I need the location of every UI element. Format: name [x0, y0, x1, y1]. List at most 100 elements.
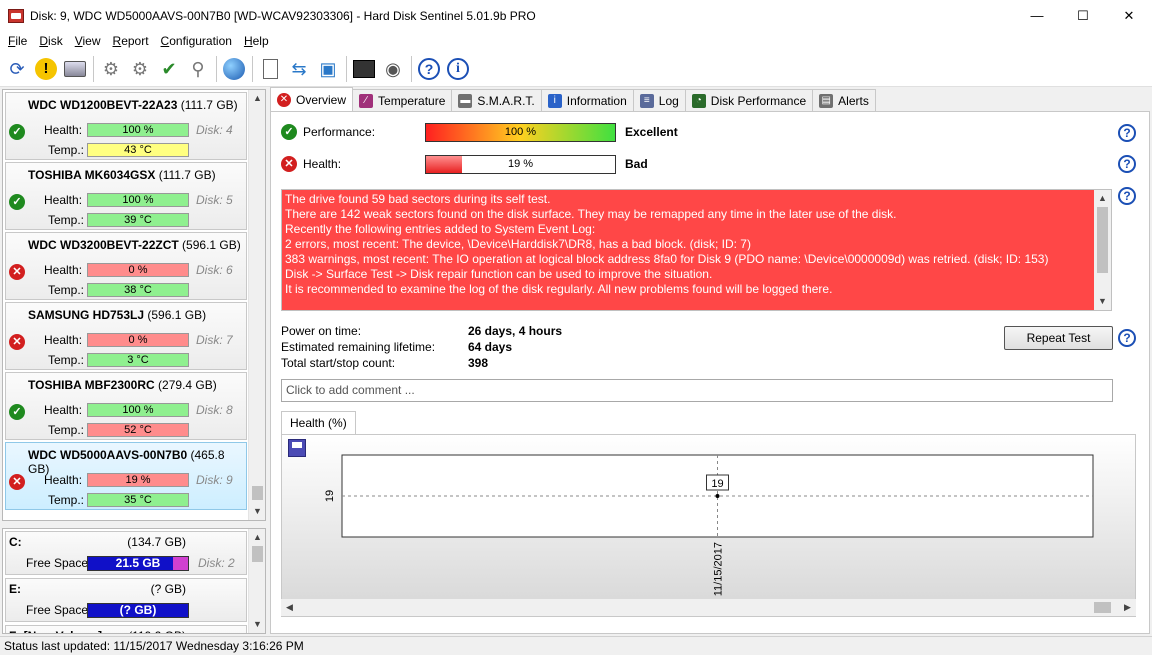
disk-name: TOSHIBA MK6034GSX (111.7 GB) [28, 168, 216, 182]
report-icon[interactable] [256, 55, 284, 83]
disk-health-bar: 100 % [87, 193, 189, 207]
volume-item[interactable]: E: (? GB) Free Space (? GB) [5, 578, 247, 622]
disk-check-icon[interactable]: ✔ [155, 55, 183, 83]
disk-tool-2-icon[interactable]: ⚙ [126, 55, 154, 83]
volume-item[interactable]: F: [New Volume] (119.2 GB) [5, 625, 247, 633]
message-line: It is recommended to examine the log of … [285, 282, 833, 296]
bad-status-icon: ✕ [9, 264, 25, 280]
tab-disk-performance[interactable]: ◔ Disk Performance [684, 89, 814, 111]
data-point [715, 494, 720, 498]
message-line: Disk -> Surface Test -> Disk repair func… [285, 267, 713, 281]
menu-label-rest: iew [82, 34, 101, 48]
disk-model: WDC WD3200BEVT-22ZCT [28, 238, 179, 252]
scroll-down-icon[interactable]: ▼ [1094, 293, 1111, 310]
tab-temperature[interactable]: ∕ Temperature [352, 89, 453, 111]
menu-file[interactable]: File [2, 34, 33, 48]
disk-tool-icon[interactable]: ⚙ [97, 55, 125, 83]
message-scrollbar[interactable]: ▲ ▼ [1094, 190, 1111, 310]
warning-icon[interactable]: ! [32, 55, 60, 83]
scroll-thumb[interactable] [252, 546, 263, 562]
health-bar-fill [426, 155, 462, 173]
startstop-label: Total start/stop count: [281, 356, 396, 370]
disk-temp-value: 38 °C [124, 284, 152, 296]
tab-overview[interactable]: ✕ Overview [270, 87, 354, 111]
disk-model: WDC WD1200BEVT-22A23 [28, 98, 178, 112]
free-space-value: (? GB) [119, 603, 157, 617]
comment-input[interactable]: Click to add comment ... [281, 379, 1113, 402]
tab-log[interactable]: ≡ Log [632, 89, 686, 111]
overview-panel: ✓ Performance: 100 % Excellent ? ✕ Healt… [270, 111, 1150, 634]
scroll-down-icon[interactable]: ▼ [249, 503, 265, 520]
tab-health-chart[interactable]: Health (%) [281, 411, 356, 434]
info-icon[interactable]: i [444, 55, 472, 83]
scroll-thumb[interactable] [1097, 207, 1108, 273]
disk-item[interactable]: WDC WD3200BEVT-22ZCT (596.1 GB) ✕ Health… [5, 232, 247, 300]
scroll-left-icon[interactable]: ◀ [281, 599, 298, 616]
scroll-up-icon[interactable]: ▲ [249, 90, 265, 107]
repeat-test-help-icon[interactable]: ? [1118, 329, 1136, 347]
speaker-icon[interactable]: ◉ [379, 55, 407, 83]
menu-configuration[interactable]: Configuration [155, 34, 238, 48]
scroll-down-icon[interactable]: ▼ [249, 616, 265, 633]
disk-item[interactable]: WDC WD5000AAVS-00N7B0 (465.8 GB) ✕ Healt… [5, 442, 247, 510]
scroll-thumb[interactable] [252, 486, 263, 500]
tab-label: Information [566, 93, 627, 108]
volume-item[interactable]: C: (134.7 GB) Free Space 21.5 GB Disk: 2 [5, 531, 247, 575]
scroll-right-icon[interactable]: ▶ [1119, 599, 1136, 616]
disk-temp-value: 52 °C [124, 424, 152, 436]
disk-item[interactable]: TOSHIBA MBF2300RC (279.4 GB) ✓ Health: 1… [5, 372, 247, 440]
globe-icon[interactable] [220, 55, 248, 83]
tab-label: S.M.A.R.T. [477, 93, 535, 108]
menu-report[interactable]: Report [107, 34, 155, 48]
menu-disk[interactable]: Disk [33, 34, 68, 48]
information-icon: i [547, 93, 562, 108]
disk-search-icon[interactable]: ⚲ [184, 55, 212, 83]
terminal-icon[interactable] [350, 55, 378, 83]
health-help-icon[interactable]: ? [1118, 155, 1136, 173]
tab-label: Alerts [838, 93, 869, 108]
tab-information[interactable]: i Information [540, 89, 634, 111]
volume-letter: E: [9, 582, 21, 596]
scroll-up-icon[interactable]: ▲ [1094, 190, 1111, 207]
tab-s-m-a-r-t[interactable]: ▬ S.M.A.R.T. [451, 89, 542, 111]
health-chart-svg: 19 19 11/15/2017 [324, 454, 1094, 596]
disk-item[interactable]: WDC WD1200BEVT-22A23 (111.7 GB) ✓ Health… [5, 92, 247, 160]
disk-health-value: 0 % [128, 264, 148, 276]
disk-model: WDC WD5000AAVS-00N7B0 [28, 448, 188, 462]
network-icon[interactable]: ▣ [314, 55, 342, 83]
menu-help[interactable]: Help [238, 34, 275, 48]
temp-label: Temp.: [48, 283, 85, 297]
sync-icon[interactable]: ⇆ [285, 55, 313, 83]
disk-item[interactable]: SAMSUNG HD753LJ (596.1 GB) ✕ Health: 0 %… [5, 302, 247, 370]
x-tick-label: 11/15/2017 [713, 542, 725, 596]
performance-label: Performance: [303, 125, 376, 139]
lifetime-row: Estimated remaining lifetime: 64 days [281, 340, 512, 354]
title-bar: Disk: 9, WDC WD5000AAVS-00N7B0 [WD-WCAV9… [0, 0, 1152, 31]
disk-number: Disk: 9 [196, 473, 233, 487]
free-space-label: Free Space [26, 556, 89, 570]
menu-view[interactable]: View [69, 34, 107, 48]
performance-row: ✓ Performance: 100 % Excellent [281, 121, 678, 143]
message-help-icon[interactable]: ? [1118, 187, 1136, 205]
disk-icon[interactable] [61, 55, 89, 83]
disk-item[interactable]: TOSHIBA MK6034GSX (111.7 GB) ✓ Health: 1… [5, 162, 247, 230]
health-value: 19 % [507, 157, 534, 170]
repeat-test-button[interactable]: Repeat Test [1004, 326, 1113, 350]
chart-scrollbar[interactable]: ◀ ▶ [281, 599, 1136, 616]
help-icon[interactable]: ? [415, 55, 443, 83]
tab-alerts[interactable]: ▤ Alerts [812, 89, 876, 111]
volume-list-scrollbar[interactable]: ▲ ▼ [248, 529, 265, 633]
disk-health-bar: 19 % [87, 473, 189, 487]
health-label: Health: [44, 333, 83, 347]
health-message-box[interactable]: ▲ ▼ The drive found 59 bad sectors durin… [281, 189, 1112, 311]
maximize-button[interactable]: ☐ [1060, 0, 1106, 31]
overview-icon: ✕ [277, 92, 291, 107]
performance-help-icon[interactable]: ? [1118, 124, 1136, 142]
scroll-up-icon[interactable]: ▲ [249, 529, 265, 546]
volume-size: (134.7 GB) [127, 535, 186, 549]
close-button[interactable]: ✕ [1106, 0, 1152, 31]
disk-list-scrollbar[interactable]: ▲ ▼ [248, 90, 265, 520]
minimize-button[interactable]: — [1014, 0, 1060, 31]
refresh-icon[interactable]: ⟳ [3, 55, 31, 83]
scroll-thumb[interactable] [1094, 602, 1111, 613]
